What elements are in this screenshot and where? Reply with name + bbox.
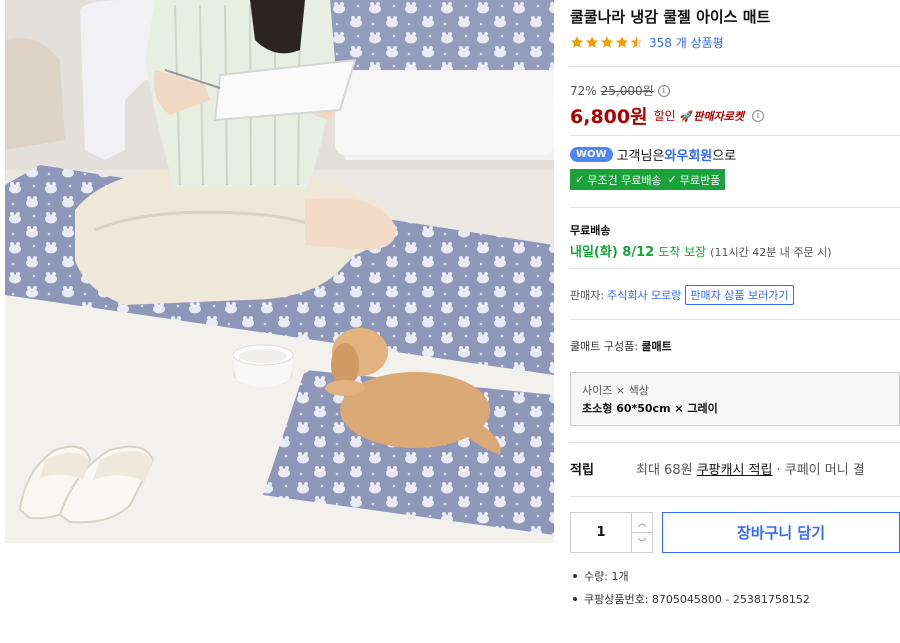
shipping-date: 내일(화) 8/12 xyxy=(570,245,655,260)
star-half-icon xyxy=(630,36,644,48)
divider xyxy=(570,268,900,269)
reward-label: 적립 xyxy=(570,463,594,478)
original-price-row: 72% 25,000원 i xyxy=(570,82,670,99)
option-title-prefix: 쿨매트 구성품: xyxy=(570,340,642,353)
info-icon[interactable]: i xyxy=(657,84,670,97)
review-count-link[interactable]: 358 개 상품평 xyxy=(649,34,724,51)
benefit-badges: ✓ 무조건 무료배송 ✓ 무료반품 xyxy=(570,169,726,190)
shipping-guarantee: 도착 보장 xyxy=(658,245,707,259)
shipping-label: 무료배송 xyxy=(570,224,611,237)
divider xyxy=(570,207,900,208)
rating-stars xyxy=(570,35,645,49)
chevron-down-icon[interactable]: ﹀ xyxy=(632,533,652,552)
star-icon xyxy=(615,36,629,48)
option-label: 사이즈 × 색상 xyxy=(582,384,649,397)
list-item: 쿠팡상품번호: 8705045800 - 25381758152 xyxy=(570,591,810,607)
seller-products-button[interactable]: 판매자 상품 보러가기 xyxy=(685,285,794,305)
rating-row[interactable]: 358 개 상품평 xyxy=(570,33,724,51)
product-image xyxy=(5,0,554,543)
free-return-label: 무료반품 xyxy=(679,173,721,187)
option-title-value: 쿨매트 xyxy=(641,340,672,353)
option-title: 쿨매트 구성품: 쿨매트 xyxy=(570,338,672,354)
original-price: 25,000원 xyxy=(600,84,654,98)
divider xyxy=(570,135,900,136)
info-icon[interactable]: i xyxy=(752,109,764,122)
add-to-cart-button[interactable]: 장바구니 담기 xyxy=(662,512,900,553)
discount-rate: 72% xyxy=(570,83,597,98)
shipping-row: 내일(화) 8/12 도착 보장 (11시간 42분 내 주문 시) xyxy=(570,241,832,260)
detail-product-number: 쿠팡상품번호: 8705045800 - 25381758152 xyxy=(584,593,810,606)
bullet xyxy=(573,597,577,601)
quantity-input[interactable] xyxy=(571,513,631,552)
wow-text-after: 으로 xyxy=(712,149,737,164)
rocket-icon: 🚀 xyxy=(679,109,694,123)
seller-name-link[interactable]: 주식회사 모로랑 xyxy=(607,287,681,303)
bullet xyxy=(573,574,577,578)
option-selector[interactable]: 사이즈 × 색상 초소형 60*50cm × 그레이 xyxy=(570,372,900,426)
sale-price: 6,800원 xyxy=(570,106,648,128)
free-shipping-label: 무조건 무료배송 xyxy=(587,173,662,187)
seller-label: 판매자: xyxy=(570,289,605,302)
check-icon: ✓ xyxy=(667,173,677,186)
wow-badge: WOW xyxy=(570,147,613,162)
star-icon xyxy=(570,36,584,48)
wow-text-before: 고객님은 xyxy=(616,149,665,164)
seller-row: 판매자: 주식회사 모로랑 판매자 상품 보러가기 xyxy=(570,285,794,305)
divider xyxy=(570,442,900,443)
option-value: 초소형 60*50cm × 그레이 xyxy=(582,402,718,415)
reward-text: 최대 68원 xyxy=(636,463,693,478)
reward-text-secondary: · 쿠페이 머니 결 xyxy=(776,463,865,478)
product-info-panel: 쿨쿨나라 냉감 쿨젤 아이스 매트 358 개 상품평 72% 25,000원 … xyxy=(570,0,900,643)
star-icon xyxy=(600,36,614,48)
product-details-list: 수량: 1개 쿠팡상품번호: 8705045800 - 25381758152 xyxy=(570,568,810,614)
quantity-stepper: ︿ ﹀ xyxy=(570,512,653,553)
divider xyxy=(570,319,900,320)
product-title: 쿨쿨나라 냉감 쿨젤 아이스 매트 xyxy=(570,8,771,26)
check-icon: ✓ xyxy=(575,173,585,186)
free-shipping-badge: ✓ 무조건 무료배송 xyxy=(575,172,662,188)
sale-label: 할인 xyxy=(653,109,676,123)
divider xyxy=(570,496,900,497)
shipping-deadline: (11시간 42분 내 주문 시) xyxy=(710,246,832,259)
wow-member-label: 와우회원 xyxy=(664,149,713,164)
divider xyxy=(570,66,900,67)
chevron-up-icon[interactable]: ︿ xyxy=(632,513,652,533)
sale-price-row: 6,800원 할인 🚀판매자로켓 i xyxy=(570,102,764,129)
rocket-badge: 🚀판매자로켓 xyxy=(680,108,744,124)
quantity-steppers: ︿ ﹀ xyxy=(631,513,652,552)
list-item: 수량: 1개 xyxy=(570,568,810,584)
free-return-badge: ✓ 무료반품 xyxy=(668,172,721,188)
rocket-badge-label: 판매자로켓 xyxy=(693,109,744,123)
star-icon xyxy=(585,36,599,48)
reward-row: 적립 최대 68원 쿠팡캐시 적립 · 쿠페이 머니 결 xyxy=(570,459,865,478)
wow-member-row: WOW 고객님은 와우회원 으로 xyxy=(570,145,736,164)
coupang-cash-link[interactable]: 쿠팡캐시 적립 xyxy=(697,459,773,478)
detail-quantity: 수량: 1개 xyxy=(584,570,629,583)
